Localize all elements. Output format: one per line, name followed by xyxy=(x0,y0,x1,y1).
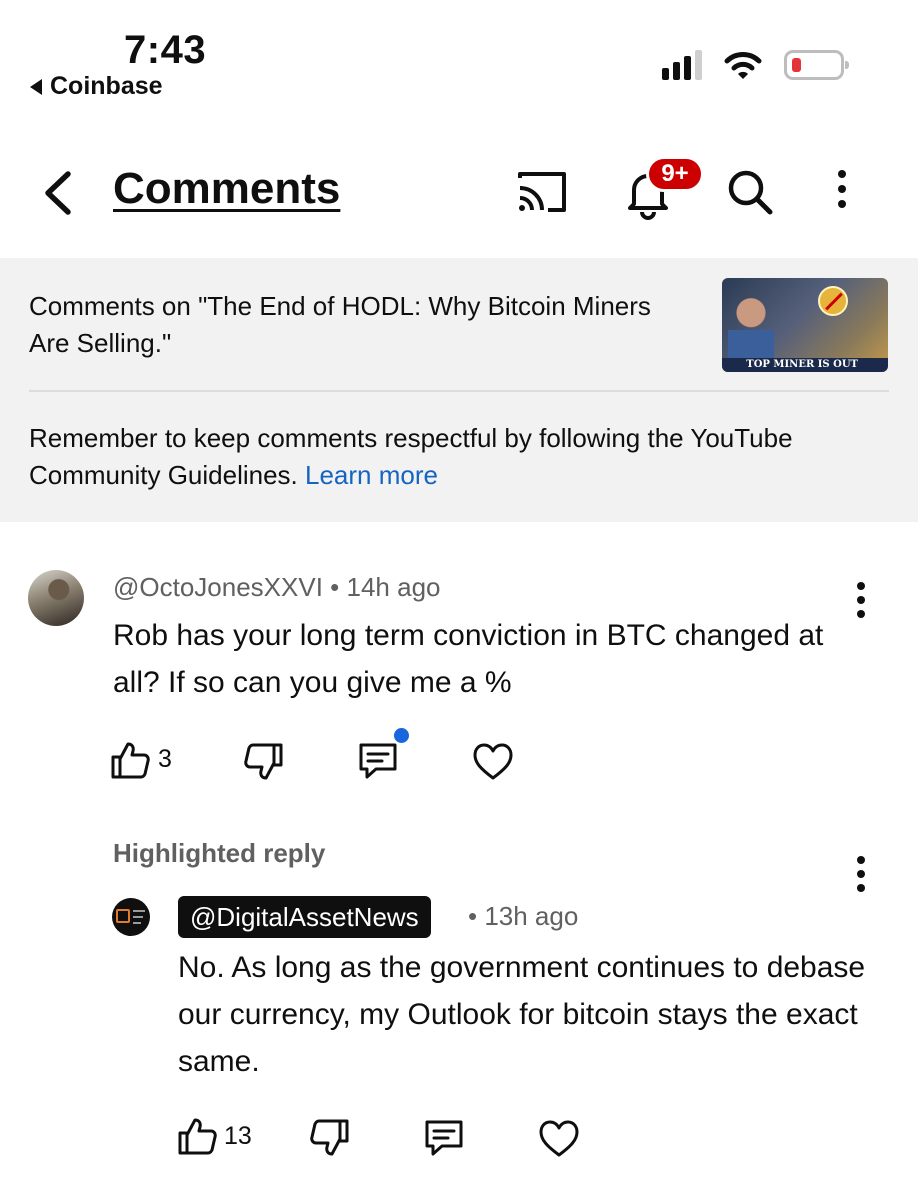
dislike-thumbs-down-icon[interactable] xyxy=(242,740,286,784)
comment-author[interactable]: @OctoJonesXXVI xyxy=(113,572,323,602)
dislike-thumbs-down-icon[interactable] xyxy=(308,1116,352,1160)
avatar[interactable] xyxy=(112,898,150,936)
reply-like-count: 13 xyxy=(224,1122,252,1150)
learn-more-link[interactable]: Learn more xyxy=(305,460,438,490)
status-time: 7:43 xyxy=(124,28,207,72)
avatar[interactable] xyxy=(28,570,84,626)
cellular-signal-icon xyxy=(662,50,702,80)
battery-icon xyxy=(784,50,849,80)
highlighted-reply-label: Highlighted reply xyxy=(113,838,326,868)
search-icon[interactable] xyxy=(722,164,778,220)
bitcoin-coin-icon xyxy=(818,286,848,316)
reply-author-chip[interactable]: @DigitalAssetNews xyxy=(178,896,431,938)
video-info-panel: Comments on "The End of HODL: Why Bitcoi… xyxy=(0,258,918,522)
comment-more-icon[interactable] xyxy=(855,582,867,618)
divider xyxy=(29,390,889,392)
cast-icon[interactable] xyxy=(514,164,570,220)
thumbnail-caption: TOP MINER IS OUT xyxy=(722,358,888,372)
back-app-label: Coinbase xyxy=(50,72,163,100)
app-header: Comments 9+ xyxy=(0,150,918,232)
reply-time: • 13h ago xyxy=(468,901,579,931)
back-to-app-link[interactable]: Coinbase xyxy=(30,72,163,101)
notification-badge: 9+ xyxy=(646,156,704,192)
like-thumbs-up-icon[interactable] xyxy=(175,1114,219,1158)
back-arrow-icon[interactable] xyxy=(38,168,82,218)
community-guidelines-notice: Remember to keep comments respectful by … xyxy=(29,420,899,494)
back-triangle-icon xyxy=(30,78,42,95)
comment-text: Rob has your long term conviction in BTC… xyxy=(113,619,824,699)
unread-reply-dot xyxy=(394,728,409,743)
wifi-icon xyxy=(724,52,762,79)
comments-on-title: Comments on "The End of HODL: Why Bitcoi… xyxy=(29,291,651,358)
comment-time: 14h ago xyxy=(346,572,441,602)
like-count: 3 xyxy=(158,745,172,773)
heart-icon[interactable] xyxy=(471,740,515,784)
heart-icon[interactable] xyxy=(537,1117,581,1161)
meta-separator: • xyxy=(322,572,347,602)
status-icons xyxy=(662,50,849,80)
like-thumbs-up-icon[interactable] xyxy=(108,738,152,782)
reply-comment-icon[interactable] xyxy=(356,739,400,783)
comment-author-line: @OctoJonesXXVI • 14h ago xyxy=(113,572,440,603)
reply-comment-icon[interactable] xyxy=(422,1116,466,1160)
reply-more-icon[interactable] xyxy=(855,856,867,892)
page-title: Comments xyxy=(113,164,341,213)
video-thumbnail[interactable]: TOP MINER IS OUT xyxy=(722,278,888,372)
more-options-icon[interactable] xyxy=(836,170,848,210)
reply-text: No. As long as the government continues … xyxy=(178,951,866,1078)
